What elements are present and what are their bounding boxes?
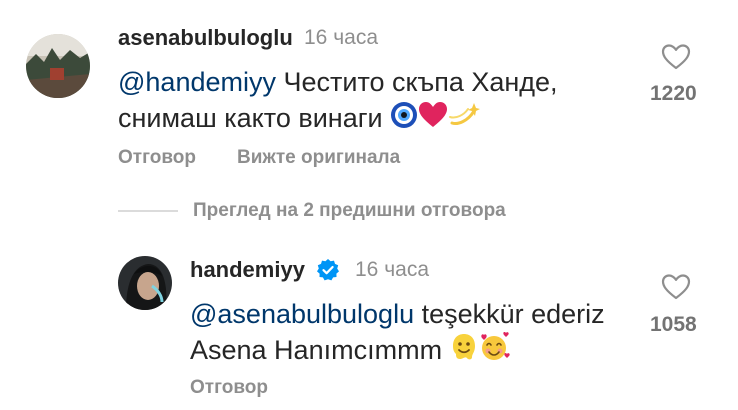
- comment-text-line1: Честито скъпа Ханде,: [275, 67, 558, 97]
- comment-text-line2: Asena Hanımcımmm: [190, 335, 443, 365]
- red-heart-emoji: [418, 101, 448, 138]
- replies-divider: [118, 210, 178, 212]
- comment-time: 16 часа: [304, 26, 378, 49]
- nazar-amulet-emoji: [390, 101, 418, 138]
- comment-text: @handemiyy Честито скъпа Ханде, снимаш к…: [118, 64, 618, 138]
- heart-outline-icon[interactable]: [661, 43, 691, 71]
- melting-face-emoji: [450, 332, 478, 371]
- avatar[interactable]: [26, 34, 90, 98]
- comment-username[interactable]: handemiyy: [190, 257, 305, 283]
- comment-text-line2: снимаш както винаги: [118, 103, 383, 133]
- mention-link[interactable]: @handemiyy: [118, 67, 276, 97]
- smiling-face-with-hearts-emoji: [478, 332, 510, 371]
- see-original-button[interactable]: Вижте оригинала: [237, 147, 400, 169]
- avatar[interactable]: [118, 256, 172, 310]
- dizzy-emoji: [448, 101, 481, 138]
- comment-text-line1: teşekkür ederiz: [414, 299, 605, 329]
- comment-username[interactable]: asenabulbuloglu: [118, 25, 293, 51]
- comment-time: 16 часа: [355, 258, 429, 281]
- verified-badge-icon: [316, 258, 340, 282]
- like-count: 1220: [650, 82, 697, 105]
- like-count: 1058: [650, 313, 697, 336]
- heart-outline-icon[interactable]: [661, 273, 691, 301]
- mention-link[interactable]: @asenabulbuloglu: [190, 299, 414, 329]
- reply-button[interactable]: Отговор: [190, 377, 268, 399]
- view-replies-button[interactable]: Преглед на 2 предишни отговора: [193, 200, 506, 222]
- comment-text: @asenabulbuloglu teşekkür ederiz Asena H…: [190, 296, 610, 371]
- reply-button[interactable]: Отговор: [118, 147, 196, 169]
